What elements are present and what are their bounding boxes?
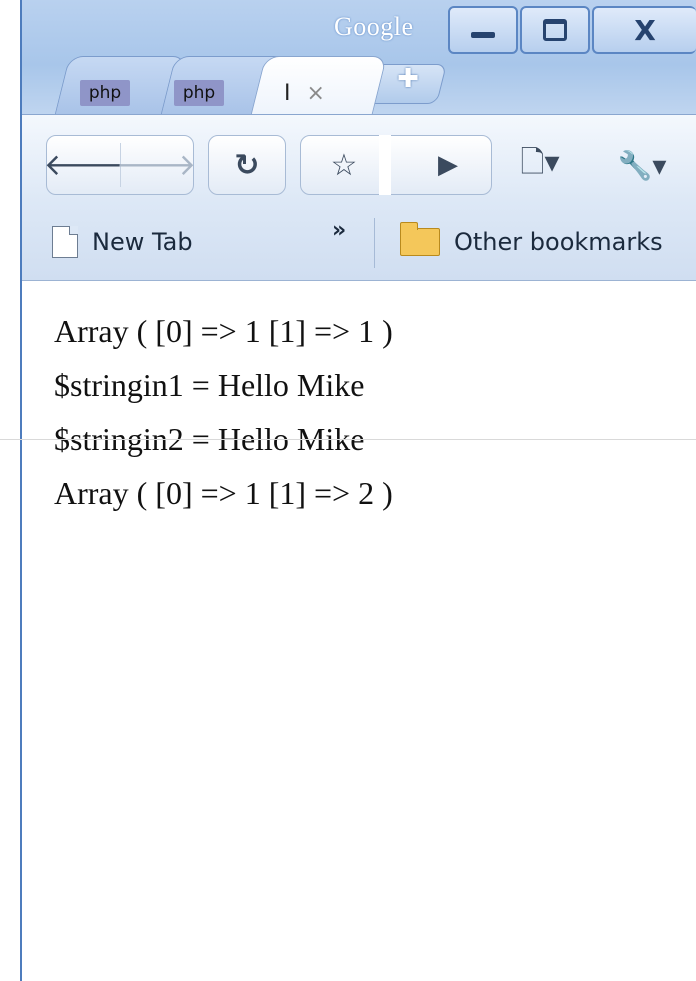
tab-strip: Google X php php I × ✚ xyxy=(22,0,696,118)
page-menu-button[interactable]: 🗋▾ xyxy=(496,135,584,195)
other-bookmarks-label: Other bookmarks xyxy=(454,228,663,256)
tab-active-label: I xyxy=(284,80,291,106)
php-favicon-icon: php xyxy=(174,80,224,106)
tab-active-content: I × xyxy=(284,78,325,108)
output-line: Array ( [0] => 1 [1] => 2 ) xyxy=(54,475,393,511)
page-menu-icon: 🗋▾ xyxy=(520,144,560,180)
screen-hairline xyxy=(0,439,696,440)
toolbar: 🡐 🡒 ↻ ☆ ▶ 🗋▾ 🔧▾ xyxy=(22,114,696,201)
tools-menu-button[interactable]: 🔧▾ xyxy=(592,135,692,195)
star-icon: ☆ xyxy=(330,147,358,183)
browser-window: Google X php php I × ✚ 🡐 🡒 ↻ ☆ ▶ 🗋▾ 🔧▾ N… xyxy=(20,0,696,981)
back-button[interactable]: 🡐 xyxy=(44,135,124,195)
back-arrow-icon: 🡐 xyxy=(43,148,125,183)
bookmarks-overflow-icon[interactable]: » xyxy=(332,218,346,243)
page-content: Array ( [0] => 1 [1] => 1 ) $stringin1 =… xyxy=(22,281,696,981)
minimize-icon xyxy=(471,32,495,38)
reload-button[interactable]: ↻ xyxy=(210,135,284,195)
bookmark-new-tab[interactable]: New Tab xyxy=(52,220,193,264)
forward-button[interactable]: 🡒 xyxy=(116,135,196,195)
output-line: Array ( [0] => 1 [1] => 1 ) xyxy=(54,313,393,349)
tab-close-icon[interactable]: × xyxy=(307,81,325,106)
close-icon: X xyxy=(634,13,656,47)
wrench-icon: 🔧▾ xyxy=(617,148,667,182)
other-bookmarks-button[interactable]: Other bookmarks xyxy=(400,220,663,264)
tab-php-1-content: php xyxy=(80,78,130,108)
minimize-button[interactable] xyxy=(448,6,518,54)
output-line: $stringin1 = Hello Mike xyxy=(54,367,365,403)
close-button[interactable]: X xyxy=(592,6,696,54)
maximize-button[interactable] xyxy=(520,6,590,54)
plus-icon: ✚ xyxy=(397,64,419,94)
bookmark-star-button[interactable]: ☆ xyxy=(302,135,386,195)
tab-php-2-content: php xyxy=(174,78,224,108)
bookmarks-divider xyxy=(374,218,375,268)
folder-icon xyxy=(400,222,440,256)
bookmark-label: New Tab xyxy=(92,228,193,256)
php-favicon-icon: php xyxy=(80,80,130,106)
go-button[interactable]: ▶ xyxy=(406,135,490,195)
forward-arrow-icon: 🡒 xyxy=(115,148,197,183)
bookmarks-bar: New Tab » Other bookmarks xyxy=(22,200,696,281)
document-icon xyxy=(52,226,78,258)
reload-icon: ↻ xyxy=(234,147,260,183)
window-title: Google xyxy=(334,12,414,41)
play-icon: ▶ xyxy=(438,150,458,180)
maximize-icon xyxy=(543,19,567,41)
